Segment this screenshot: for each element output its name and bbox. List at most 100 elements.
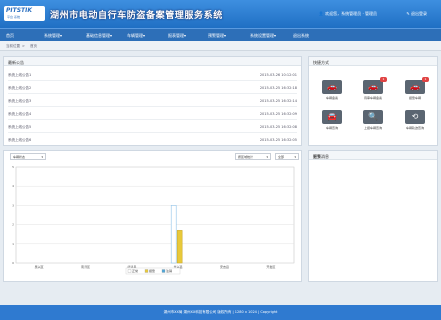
chevron-down-icon: ▾ — [266, 155, 268, 159]
list-item[interactable]: 系统上线公告3 2015-03-25 16:32:14 — [8, 94, 297, 107]
header: PITSTIK 平台 系统 湖州市电动自行车防盗备案管理服务系统 👤 欢迎您，系… — [0, 0, 441, 28]
chevron-down-icon: ▾ — [41, 155, 43, 159]
select-value: 按区域统计 — [238, 155, 254, 159]
count-badge: 1 — [380, 77, 387, 82]
nav-label: 基础信息管理 — [86, 33, 110, 38]
shortcut-panel: 快捷方式 🚗 车辆备案 🚗 1 待审车辆备案 🚗 1 报警车辆 🚘 车辆查询 🔍… — [308, 56, 438, 146]
nav-item-report[interactable]: 报表管理▾ — [168, 33, 186, 39]
breadcrumb-separator: > — [22, 44, 25, 48]
bar — [170, 205, 177, 264]
nav-label: 系统设置管理 — [250, 33, 274, 38]
list-item[interactable]: 系统上线公告6 2015-03-25 16:32:05 — [8, 133, 297, 146]
count-badge: 1 — [422, 77, 429, 82]
y-tick-label: 0 — [12, 261, 14, 265]
car-query-icon: 🚘 — [322, 110, 342, 124]
panel-title: 快捷方式 — [313, 59, 329, 65]
plot-area — [15, 166, 295, 264]
user-info: 👤 欢迎您，系统管理员 · 管理员 — [319, 11, 377, 17]
notice-time: 2015-03-25 16:32:05 — [259, 138, 297, 142]
y-tick-label: 1 — [12, 242, 14, 246]
alarm-car-icon: 🚗 — [405, 80, 425, 94]
panel-header: 报警消息 更多... — [309, 151, 437, 160]
warning-panel: 报警消息 更多... — [308, 150, 438, 282]
shortcut-alarm-vehicle[interactable]: 🚗 1 报警车辆 — [398, 77, 432, 103]
shortcut-label: 待审车辆备案 — [363, 96, 382, 100]
chart-panel: 车辆状态 ▾ 按区域统计 ▾ 全部 ▾ 0 1 2 3 4 5 吴兴区 南浔区 德清县 长兴县 安吉县 开发… — [3, 150, 302, 282]
notice-time: 2015-03-25 16:32:18 — [259, 86, 297, 90]
area-select[interactable]: 全部 ▾ — [275, 153, 299, 160]
nav-label: 系统管理 — [44, 33, 60, 38]
notice-name[interactable]: 系统上线公告2 — [8, 86, 31, 91]
nav-label: 报表管理 — [168, 33, 184, 38]
logo-text: PITSTIK — [6, 7, 33, 14]
legend-swatch — [127, 269, 132, 273]
nav-item-settings[interactable]: 系统设置管理▾ — [250, 33, 276, 39]
notice-name[interactable]: 系统上线公告5 — [8, 125, 31, 130]
user-text: 欢迎您，系统管理员 · 管理员 — [325, 11, 377, 16]
app-title: 湖州市电动自行车防盗备案管理服务系统 — [50, 11, 223, 21]
footer-text: 湖州市XX局 湖州XX科技有限公司 版权所有 | 1280 x 1024 | C… — [163, 310, 278, 314]
search-icon: 🔍 — [363, 110, 383, 124]
notice-name[interactable]: 系统上线公告3 — [8, 99, 31, 104]
nav-item-vehicle[interactable]: 车辆管理▾ — [127, 33, 145, 39]
edit-icon: ✎ — [406, 11, 410, 16]
select-value: 车辆状态 — [13, 155, 26, 159]
breadcrumb: 当前位置 > 首页 — [0, 41, 441, 51]
notice-panel: 最新公告 系统上线公告1 2015-03-26 10:12:01 系统上线公告2 2… — [3, 56, 302, 146]
y-tick-label: 2 — [12, 223, 14, 227]
nav-item-warning[interactable]: 预警管理▾ — [208, 33, 226, 39]
status-select[interactable]: 车辆状态 ▾ — [10, 153, 46, 160]
nav-item-basic-info[interactable]: 基础信息管理▾ — [86, 33, 112, 39]
panel-header: 快捷方式 — [309, 57, 437, 66]
legend-label: 正常 — [132, 268, 138, 273]
footer: 湖州市XX局 湖州XX科技有限公司 版权所有 | 1280 x 1024 | C… — [0, 305, 441, 320]
logo-subtext: 平台 系统 — [7, 15, 20, 19]
nav-item-home[interactable]: 首页 — [6, 33, 14, 39]
nav-item-exit[interactable]: 退出系统 — [293, 33, 309, 39]
list-item[interactable]: 系统上线公告1 2015-03-26 10:12:01 — [8, 68, 297, 81]
car-icon: 🚗 — [322, 80, 342, 94]
shortcut-pending-register[interactable]: 🚗 1 待审车辆备案 — [356, 77, 390, 103]
shortcut-report-query[interactable]: 🔍 上报车辆查询 — [356, 109, 390, 133]
shortcut-vehicle-register[interactable]: 🚗 车辆备案 — [315, 79, 349, 103]
logo: PITSTIK 平台 系统 — [4, 6, 45, 21]
y-tick-label: 3 — [12, 203, 14, 207]
notice-time: 2015-03-25 16:32:14 — [259, 99, 297, 103]
shortcut-label: 车辆查询 — [325, 126, 338, 130]
shortcut-label: 报警车辆 — [408, 96, 421, 100]
list-item[interactable]: 系统上线公告5 2015-03-25 16:32:08 — [8, 120, 297, 133]
notice-name[interactable]: 系统上线公告4 — [8, 112, 31, 117]
nav-item-system[interactable]: 系统管理▾ — [44, 33, 62, 39]
notice-time: 2015-03-25 16:32:08 — [259, 125, 297, 129]
user-icon: 👤 — [318, 11, 324, 16]
shortcut-vehicle-query[interactable]: 🚘 车辆查询 — [315, 109, 349, 133]
nav-label: 车辆管理 — [127, 33, 143, 38]
shortcut-track-query[interactable]: ⟲ 车辆轨迹查询 — [398, 109, 432, 133]
x-tick-label: 南浔区 — [81, 264, 90, 269]
breadcrumb-current: 当前位置 — [6, 44, 20, 48]
shortcut-label: 上报车辆查询 — [363, 126, 382, 130]
list-item[interactable]: 系统上线公告2 2015-03-25 16:32:18 — [8, 81, 297, 94]
legend-label: 报警 — [149, 268, 155, 273]
y-tick-label: 5 — [12, 165, 14, 169]
legend-label: 注销 — [166, 268, 172, 273]
logout-button[interactable]: ✎ 退出登录 — [406, 11, 427, 17]
notice-time: 2015-03-26 10:12:01 — [259, 73, 297, 77]
notice-name[interactable]: 系统上线公告6 — [8, 138, 31, 143]
car-pending-icon: 🚗 — [363, 80, 383, 94]
bar — [176, 230, 183, 264]
group-select[interactable]: 按区域统计 ▾ — [235, 153, 271, 160]
x-tick-label: 安吉县 — [220, 264, 229, 269]
notice-name[interactable]: 系统上线公告1 — [8, 73, 31, 78]
notice-time: 2015-03-25 16:32:09 — [259, 112, 297, 116]
bar-chart: 012345吴兴区 南浔区 德清县 长兴县 安吉县 开发区正常 报警 注销 — [12, 165, 295, 275]
x-tick-label: 吴兴区 — [35, 264, 44, 269]
x-tick-label: 开发区 — [266, 264, 275, 269]
panel-header: 最新公告 — [4, 57, 301, 66]
main-nav: 首页 系统管理▾ 基础信息管理▾ 车辆管理▾ 报表管理▾ 预警管理▾ 系统设置管… — [0, 28, 441, 41]
shortcut-label: 车辆备案 — [325, 96, 338, 100]
list-item[interactable]: 系统上线公告4 2015-03-25 16:32:09 — [8, 107, 297, 120]
breadcrumb-home[interactable]: 首页 — [30, 44, 37, 49]
panel-title: 最新公告 — [8, 59, 24, 65]
more-link[interactable]: 更多... — [313, 154, 433, 160]
